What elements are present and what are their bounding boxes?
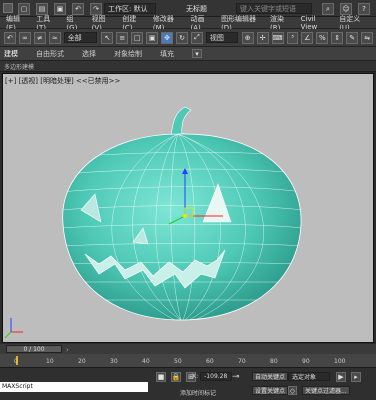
undo-toolbar-icon[interactable]: ↶ bbox=[4, 31, 16, 44]
document-title: 无标题 bbox=[186, 5, 207, 13]
rect-selection-icon[interactable]: □ bbox=[131, 31, 144, 44]
object-icon: ■ bbox=[156, 372, 166, 382]
maxscript-listener[interactable]: MAXScript bbox=[0, 382, 148, 392]
set-key-label: 设置关键点 bbox=[255, 388, 286, 395]
tick-label: 30 bbox=[110, 358, 118, 365]
key-filters-control: ◇ 关键点过滤器... bbox=[288, 386, 350, 395]
tab-object-paint[interactable]: 对象绘制 bbox=[114, 49, 142, 59]
mirror-icon[interactable]: ⇋ bbox=[361, 31, 374, 44]
maxscript-label: MAXScript bbox=[2, 383, 33, 390]
angle-snap-icon[interactable]: ∠ bbox=[301, 31, 314, 44]
ribbon-options-icon[interactable]: ▾ bbox=[192, 49, 202, 58]
key-filter-icon[interactable]: ◇ bbox=[288, 386, 297, 395]
lock-selection-icon[interactable]: 🔒 bbox=[171, 372, 181, 382]
keyboard-shortcut-icon[interactable]: ⌨ bbox=[271, 31, 284, 44]
pumpkin-model[interactable] bbox=[3, 74, 373, 342]
key-selection-dropdown[interactable]: 选定对象 bbox=[288, 372, 330, 381]
key-filters-button[interactable]: 关键点过滤器... bbox=[302, 386, 350, 395]
perspective-viewport[interactable]: [+] [透视] [明暗处理] <<已禁用>> bbox=[2, 73, 374, 343]
pumpkin-body bbox=[62, 133, 302, 321]
time-slider-right-arrow[interactable]: › bbox=[66, 346, 69, 354]
named-selection-icon[interactable]: ✎ bbox=[346, 31, 359, 44]
tab-selection[interactable]: 选择 bbox=[82, 49, 96, 59]
spinner-snap-icon[interactable]: ⇕ bbox=[331, 31, 344, 44]
select-scale-icon[interactable]: ⤢ bbox=[191, 31, 203, 44]
track-bar[interactable]: 0 10 20 30 40 50 60 70 80 90 100 bbox=[0, 354, 376, 367]
frame-label: 0 / 100 bbox=[23, 346, 45, 353]
status-bar: MAXScript ■ 🔒 ⊞ X: -109.28 添加时间标记 ⊸ 自动关键… bbox=[0, 367, 376, 400]
app-logo-icon[interactable] bbox=[3, 3, 13, 13]
tick-label: 50 bbox=[174, 358, 182, 365]
auto-key-label: 自动关键点 bbox=[255, 374, 286, 381]
search-icon[interactable]: ⌕ bbox=[322, 3, 334, 15]
tab-modeling[interactable]: 建模 bbox=[4, 49, 18, 59]
manipulate-icon[interactable]: ✢ bbox=[256, 31, 269, 44]
play-icon[interactable]: ▶ bbox=[336, 372, 346, 382]
tick-label: 10 bbox=[46, 358, 54, 365]
x-label: X: bbox=[192, 373, 199, 380]
tick-label: 60 bbox=[206, 358, 214, 365]
search-input[interactable]: 键入关键字或短语 bbox=[236, 3, 312, 14]
select-move-icon[interactable]: ✥ bbox=[161, 31, 174, 44]
unlink-icon[interactable]: ≠ bbox=[33, 31, 46, 44]
time-slider-thumb[interactable]: 0 / 100 bbox=[6, 345, 62, 353]
select-object-icon[interactable]: ↖ bbox=[101, 31, 114, 44]
set-key-button[interactable]: 设置关键点 bbox=[252, 386, 289, 395]
select-rotate-icon[interactable]: ↻ bbox=[176, 31, 188, 44]
ribbon-panel-label: 多边形建模 bbox=[4, 63, 35, 71]
snap-toggle-icon[interactable]: ³ bbox=[286, 31, 299, 44]
add-time-tag[interactable]: 添加时间标记 bbox=[180, 388, 216, 397]
tab-populate[interactable]: 填充 bbox=[160, 49, 174, 59]
main-toolbar: ↶ ∞ ≠ ≈ 全部 ↖ ≡ □ ▣ ✥ ↻ ⤢ 视图 ⊕ ✢ ⌨ ³ ∠ % … bbox=[0, 29, 376, 47]
next-frame-icon[interactable]: ▸ bbox=[351, 372, 361, 382]
menu-bar: 编辑(E) 工具(T) 组(G) 视图(V) 创建(C) 修改器(M) 动画(A… bbox=[0, 15, 376, 32]
bind-spacewarp-icon[interactable]: ≈ bbox=[48, 31, 61, 44]
link-icon[interactable]: ∞ bbox=[18, 31, 31, 44]
ribbon-tabs: 建模 自由形式 选择 对象绘制 填充 ▾ bbox=[0, 47, 376, 61]
tick-label: 100 bbox=[334, 358, 346, 365]
world-axis-icon bbox=[4, 318, 23, 339]
percent-snap-icon[interactable]: % bbox=[316, 31, 329, 44]
pumpkin-stem bbox=[170, 106, 192, 137]
auto-key-button[interactable]: 自动关键点 bbox=[252, 372, 289, 381]
tick-label: 70 bbox=[238, 358, 246, 365]
workspace-dropdown[interactable]: 工作区: 默认 bbox=[104, 3, 156, 14]
reference-coord-dropdown[interactable]: 视图 bbox=[205, 32, 238, 43]
tick-label: 0 bbox=[14, 358, 18, 365]
tick-label: 20 bbox=[78, 358, 86, 365]
workspace-label: 工作区: 默认 bbox=[108, 4, 148, 13]
tick-label: 40 bbox=[142, 358, 150, 365]
playback-controls: ▶ ▸ bbox=[336, 372, 364, 382]
time-slider[interactable]: 0 / 100 › bbox=[0, 344, 376, 354]
tab-freeform[interactable]: 自由形式 bbox=[36, 49, 64, 59]
timeline-ticks: 0 10 20 30 40 50 60 70 80 90 100 bbox=[0, 354, 376, 367]
coordinate-display: X: -109.28 bbox=[192, 372, 233, 381]
tick-label: 90 bbox=[302, 358, 310, 365]
ribbon-panel: 多边形建模 bbox=[0, 61, 376, 72]
window-crossing-icon[interactable]: ▣ bbox=[146, 31, 159, 44]
reference-coord-value: 视图 bbox=[209, 33, 224, 42]
select-by-name-icon[interactable]: ≡ bbox=[116, 31, 129, 44]
selection-filter-dropdown[interactable]: 全部 bbox=[63, 32, 98, 43]
selection-filter-value: 全部 bbox=[67, 33, 82, 42]
tick-label: 80 bbox=[270, 358, 278, 365]
key-icon[interactable]: ⊸ bbox=[232, 372, 246, 382]
key-selection-value: 选定对象 bbox=[292, 374, 317, 381]
search-placeholder: 键入关键字或短语 bbox=[240, 4, 296, 13]
x-coordinate-field[interactable]: -109.28 bbox=[200, 372, 233, 381]
pivot-center-icon[interactable]: ⊕ bbox=[241, 31, 254, 44]
